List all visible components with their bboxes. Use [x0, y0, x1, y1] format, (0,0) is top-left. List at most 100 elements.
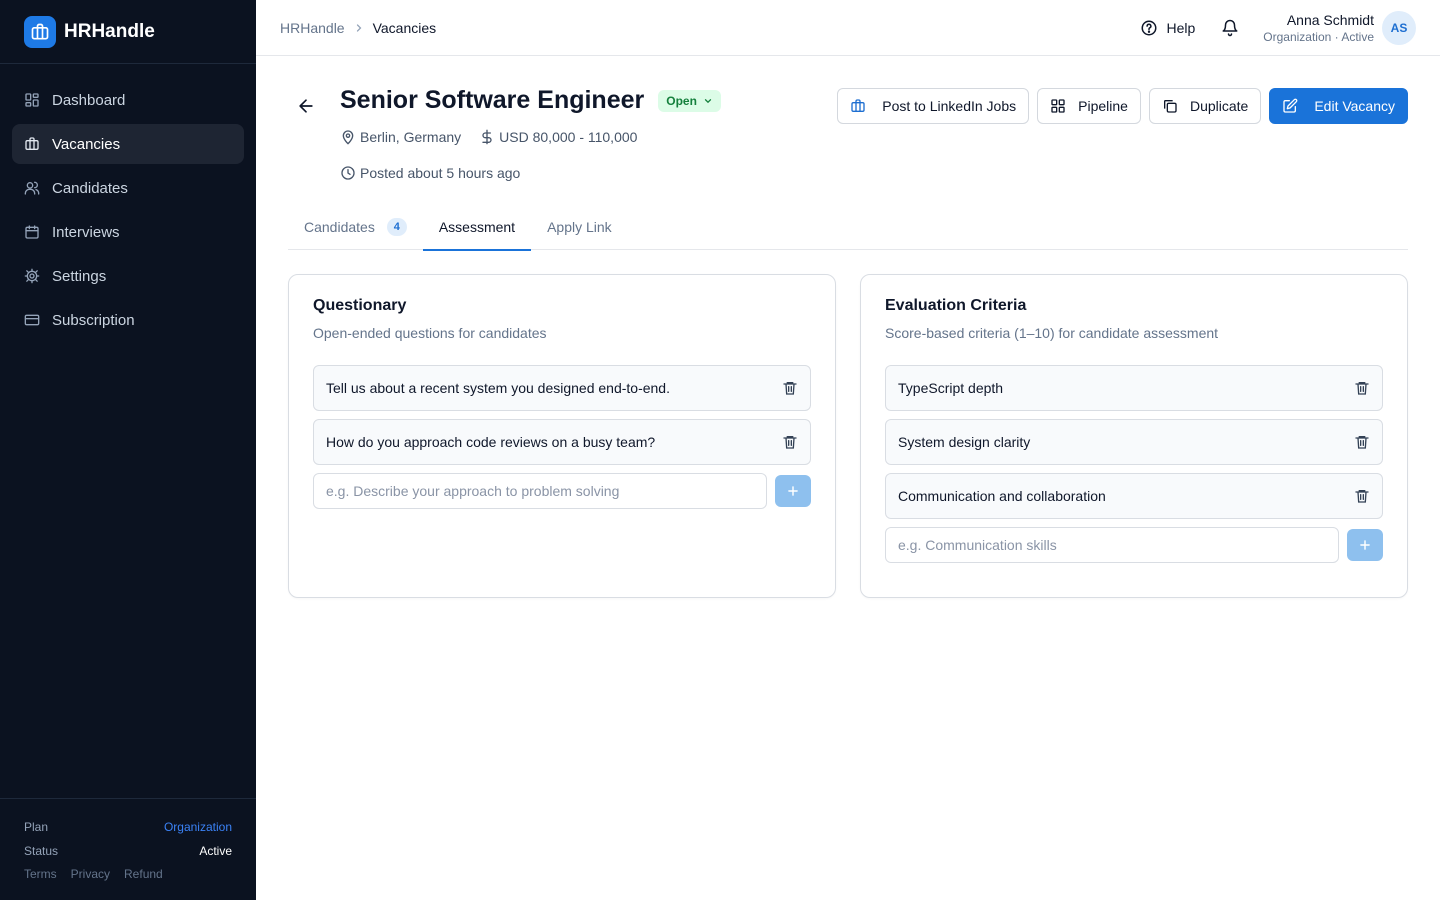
refund-link[interactable]: Refund [124, 867, 163, 881]
copy-icon [1162, 98, 1178, 114]
user-subtitle: Organization · Active [1263, 29, 1374, 44]
gear-icon [24, 268, 40, 284]
sidebar-item-subscription[interactable]: Subscription [12, 300, 244, 340]
sidebar-item-dashboard[interactable]: Dashboard [12, 80, 244, 120]
duplicate-label: Duplicate [1189, 98, 1249, 114]
tab-apply-link[interactable]: Apply Link [531, 214, 628, 250]
footer-links: Terms Privacy Refund [24, 867, 232, 881]
sidebar-nav: Dashboard Vacancies Candidates Interview… [0, 64, 256, 340]
sidebar-footer: Plan Organization Status Active Terms Pr… [0, 798, 256, 900]
vacancy-actions: Post to LinkedIn Jobs Pipeline Duplicate… [837, 88, 1408, 124]
vacancy-location: Berlin, Germany [360, 129, 462, 145]
vacancy-posted: Posted about 5 hours ago [360, 165, 521, 181]
plus-icon [786, 484, 800, 498]
title-row: Senior Software Engineer Open [340, 86, 721, 115]
user-info[interactable]: Anna Schmidt Organization · Active [1263, 12, 1374, 44]
chevron-down-icon [703, 96, 713, 106]
map-pin-icon [340, 129, 356, 145]
question-list: Tell us about a recent system you design… [313, 365, 811, 465]
trash-icon[interactable] [1354, 434, 1370, 450]
edit-vacancy-label: Edit Vacancy [1314, 98, 1395, 114]
briefcase-icon [24, 15, 56, 48]
list-item: System design clarity [885, 419, 1383, 465]
plus-icon [1358, 538, 1372, 552]
add-criterion-button[interactable] [1347, 529, 1383, 561]
sidebar-item-label: Subscription [52, 311, 135, 329]
edit-icon [1282, 98, 1298, 114]
vacancy-meta: Berlin, Germany USD 80,000 - 110,000 [340, 129, 637, 145]
card-title: Questionary [313, 297, 407, 314]
plan-label: Plan [24, 820, 49, 834]
question-text: Tell us about a recent system you design… [326, 380, 670, 396]
help-circle-icon [1140, 19, 1158, 37]
criteria-list: TypeScript depth System design clarity C… [885, 365, 1383, 519]
list-item: How do you approach code reviews on a bu… [313, 419, 811, 465]
bell-icon[interactable] [1221, 19, 1239, 37]
plan-value[interactable]: Organization [164, 820, 232, 834]
add-criterion-row [885, 527, 1383, 563]
vacancy-tabs: Candidates 4 Assessment Apply Link [288, 214, 1408, 251]
clock-icon [340, 165, 356, 181]
vacancy-salary: USD 80,000 - 110,000 [499, 129, 638, 145]
sidebar-item-candidates[interactable]: Candidates [12, 168, 244, 208]
breadcrumb: HRHandle Vacancies [280, 20, 436, 36]
status-badge[interactable]: Open [658, 89, 721, 112]
add-question-row [313, 473, 811, 509]
topbar-right: Help Anna Schmidt Organization · Active … [1140, 10, 1416, 45]
card-subtitle: Open-ended questions for candidates [313, 325, 547, 341]
list-item: TypeScript depth [885, 365, 1383, 411]
breadcrumb-root[interactable]: HRHandle [280, 20, 345, 36]
duplicate-button[interactable]: Duplicate [1148, 88, 1262, 124]
assessment-cards: Questionary Open-ended questions for can… [288, 274, 1408, 598]
tab-count-badge: 4 [386, 218, 407, 236]
sidebar-item-label: Interviews [52, 223, 120, 241]
brand[interactable]: HRHandle [0, 0, 256, 64]
dollar-icon [479, 129, 495, 145]
help-button[interactable]: Help [1140, 19, 1195, 37]
card-title: Evaluation Criteria [885, 297, 1027, 314]
trash-icon[interactable] [1354, 380, 1370, 396]
trash-icon[interactable] [782, 434, 798, 450]
privacy-link[interactable]: Privacy [71, 867, 110, 881]
tab-label: Apply Link [547, 219, 612, 235]
avatar[interactable]: AS [1382, 10, 1416, 45]
sidebar-item-vacancies[interactable]: Vacancies [12, 124, 244, 164]
dashboard-icon [24, 92, 40, 108]
criterion-text: System design clarity [898, 434, 1031, 450]
list-item: Communication and collaboration [885, 473, 1383, 519]
status-label: Status [24, 844, 59, 858]
trash-icon[interactable] [1354, 488, 1370, 504]
breadcrumb-current: Vacancies [372, 19, 437, 36]
topbar: HRHandle Vacancies Help Anna Schmidt Org… [256, 0, 1440, 56]
card-subtitle: Score-based criteria (1–10) for candidat… [885, 325, 1219, 341]
post-linkedin-button[interactable]: Post to LinkedIn Jobs [837, 88, 1030, 124]
grid-icon [1050, 98, 1066, 114]
sidebar-item-interviews[interactable]: Interviews [12, 212, 244, 252]
tab-assessment[interactable]: Assessment [422, 214, 532, 251]
edit-vacancy-button[interactable]: Edit Vacancy [1269, 88, 1408, 124]
tab-label: Assessment [438, 219, 516, 235]
criterion-text: TypeScript depth [898, 380, 1004, 396]
briefcase-icon [24, 136, 40, 152]
chevron-right-icon [353, 22, 365, 34]
credit-card-icon [24, 312, 40, 328]
terms-link[interactable]: Terms [24, 867, 57, 881]
add-question-button[interactable] [775, 475, 811, 507]
help-label: Help [1166, 19, 1196, 36]
pipeline-button[interactable]: Pipeline [1037, 88, 1141, 124]
tab-candidates[interactable]: Candidates 4 [288, 214, 423, 250]
brand-name: HRHandle [64, 20, 155, 42]
question-input[interactable] [313, 473, 767, 509]
criterion-input[interactable] [885, 527, 1339, 563]
sidebar-item-settings[interactable]: Settings [12, 256, 244, 296]
trash-icon[interactable] [782, 380, 798, 396]
page-title: Senior Software Engineer [340, 86, 645, 114]
plan-row: Plan Organization [24, 815, 232, 839]
post-linkedin-label: Post to LinkedIn Jobs [882, 98, 1017, 114]
sidebar: HRHandle Dashboard Vacancies Candidates … [0, 0, 256, 900]
criteria-card: Evaluation Criteria Score-based criteria… [860, 274, 1408, 598]
users-icon [24, 180, 40, 196]
arrow-left-icon[interactable] [296, 96, 316, 116]
user-name: Anna Schmidt [1286, 11, 1374, 28]
question-text: How do you approach code reviews on a bu… [326, 434, 656, 450]
